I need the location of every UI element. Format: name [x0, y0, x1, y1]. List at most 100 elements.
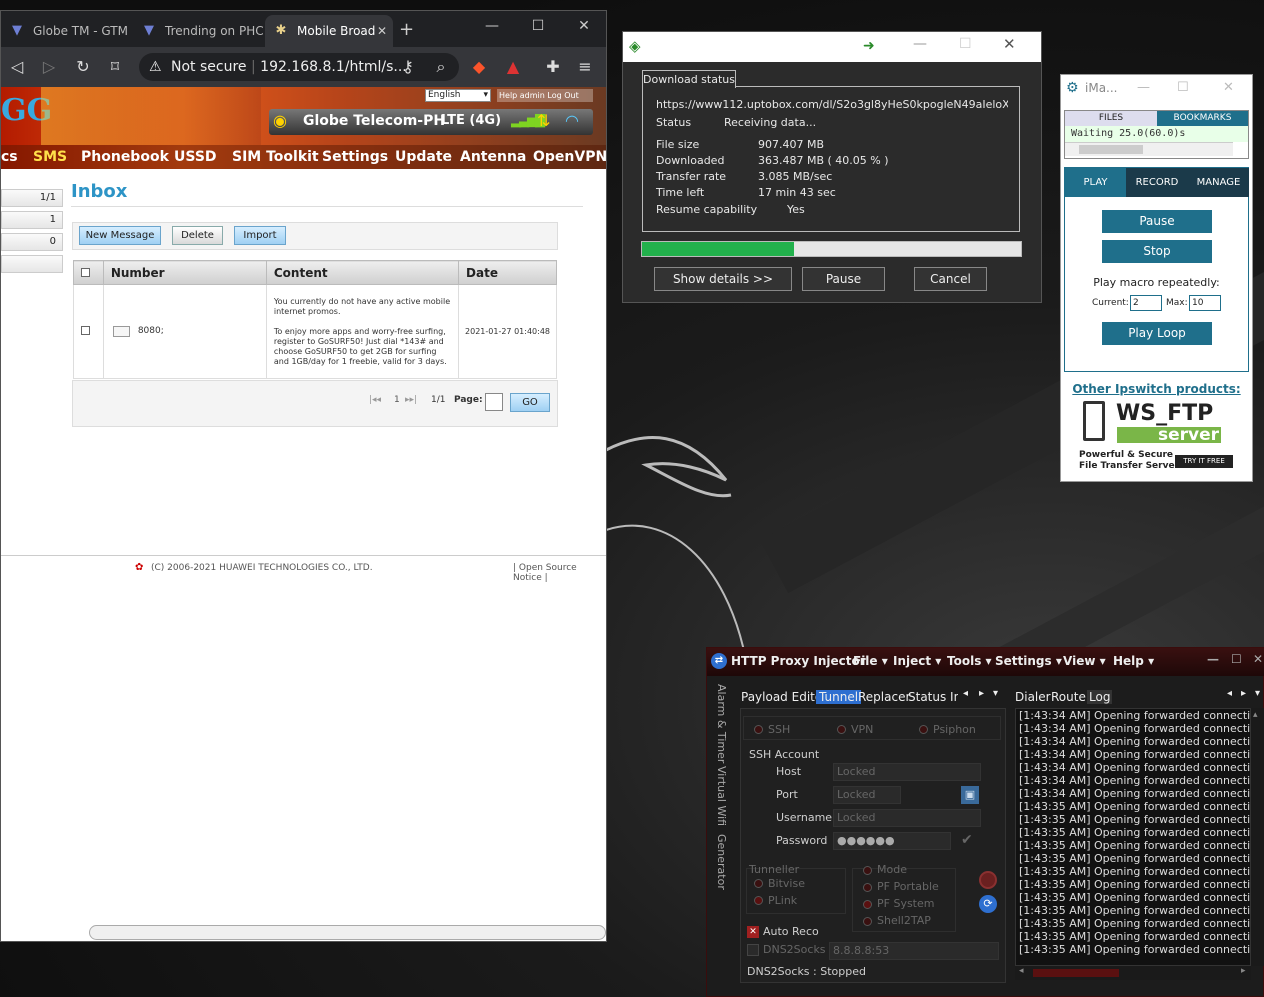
- menu-tools[interactable]: Tools ▾: [947, 654, 992, 668]
- close-icon[interactable]: ✕: [1223, 80, 1234, 95]
- maximize-icon[interactable]: ☐: [515, 11, 561, 41]
- pause-macro-button[interactable]: Pause: [1102, 210, 1212, 233]
- open-source-link[interactable]: | Open Source Notice |: [513, 563, 606, 583]
- back-icon[interactable]: ◁: [5, 55, 29, 79]
- tab-tunnel[interactable]: Tunnel: [816, 690, 862, 704]
- delete-button[interactable]: Delete: [172, 226, 223, 245]
- sms-settings-item[interactable]: [1, 255, 63, 273]
- host-input[interactable]: Locked: [833, 763, 981, 781]
- import-button[interactable]: Import: [234, 226, 286, 245]
- menu-settings[interactable]: Settings ▾: [995, 654, 1062, 668]
- plink-radio[interactable]: [754, 896, 763, 905]
- brave-rewards-icon[interactable]: ▲: [501, 55, 525, 79]
- psiphon-radio[interactable]: [919, 725, 928, 734]
- log-horizontal-scrollbar[interactable]: ◂ ▸: [1015, 966, 1251, 980]
- forward-icon[interactable]: ▷: [37, 55, 61, 79]
- minimize-icon[interactable]: —: [1137, 80, 1150, 95]
- last-page-icon[interactable]: ▸▸|: [405, 395, 417, 405]
- dns2socks-checkbox[interactable]: [747, 944, 759, 956]
- tab-globe-tm[interactable]: ▼ Globe TM - GTM: [1, 15, 131, 47]
- close-icon[interactable]: ✕: [1253, 652, 1263, 666]
- nav-statistics[interactable]: cs: [1, 145, 18, 169]
- minimize-icon[interactable]: —: [913, 36, 927, 52]
- tab-status-info[interactable]: Status In: [908, 690, 958, 704]
- log-tab-scroll-right-icon[interactable]: ▸: [1241, 688, 1246, 699]
- stop-icon[interactable]: [979, 871, 997, 889]
- close-icon[interactable]: ✕: [1003, 35, 1016, 53]
- minimize-icon[interactable]: —: [469, 11, 515, 41]
- maximize-icon[interactable]: ☐: [959, 36, 972, 52]
- current-page-number[interactable]: 1: [394, 395, 400, 405]
- log-menu-chevron-icon[interactable]: ▾: [1255, 688, 1260, 699]
- log-tab-scroll-left-icon[interactable]: ◂: [1227, 688, 1232, 699]
- nav-update[interactable]: Update: [395, 145, 452, 169]
- tab-record[interactable]: RECORD: [1126, 168, 1188, 197]
- chevron-down-icon[interactable]: ▾: [993, 688, 998, 699]
- scrollbar-thumb[interactable]: [1079, 145, 1143, 154]
- tab-trending[interactable]: ▼ Trending on PHC: [133, 15, 263, 47]
- pf-portable-radio[interactable]: [863, 883, 872, 892]
- tab-dialer[interactable]: Dialer: [1015, 690, 1051, 704]
- outbox-count[interactable]: 1: [1, 211, 63, 229]
- other-products-link[interactable]: Other Ipswitch products:: [1061, 382, 1252, 396]
- tab-log[interactable]: Log: [1087, 690, 1113, 704]
- bookmarks-scrollbar[interactable]: [1065, 142, 1233, 156]
- zoom-icon[interactable]: ⌕: [429, 55, 453, 79]
- menu-view[interactable]: View ▾: [1063, 654, 1106, 668]
- nav-sim-toolkit[interactable]: SIM Toolkit: [232, 145, 319, 169]
- show-details-button[interactable]: Show details >>: [654, 267, 792, 291]
- page-input[interactable]: [485, 393, 503, 411]
- minimize-icon[interactable]: —: [1207, 652, 1219, 666]
- menu-help[interactable]: Help ▾: [1113, 654, 1154, 668]
- username-input[interactable]: Locked: [833, 809, 981, 827]
- drafts-count[interactable]: 0: [1, 233, 63, 251]
- side-tab-generator[interactable]: Generator: [715, 834, 728, 890]
- side-tab-alarm[interactable]: Alarm & Timer: [715, 684, 728, 763]
- horizontal-scrollbar[interactable]: [89, 925, 606, 940]
- tab-route[interactable]: Route: [1051, 690, 1086, 704]
- bookmark-icon[interactable]: ⌑: [103, 55, 127, 79]
- shell2tap-radio[interactable]: [863, 917, 872, 926]
- play-loop-button[interactable]: Play Loop: [1102, 322, 1212, 345]
- new-message-button[interactable]: New Message: [79, 226, 161, 245]
- checkmark-icon[interactable]: ✔: [961, 832, 973, 848]
- nav-settings[interactable]: Settings: [322, 145, 388, 169]
- nav-phonebook[interactable]: Phonebook: [81, 145, 169, 169]
- menu-icon[interactable]: ≡: [573, 55, 597, 79]
- pause-button[interactable]: Pause: [802, 267, 885, 291]
- tab-play[interactable]: PLAY: [1065, 168, 1126, 197]
- mode-header-radio[interactable]: [863, 866, 872, 875]
- password-input[interactable]: ●●●●●●: [833, 832, 951, 850]
- go-button[interactable]: GO: [510, 393, 550, 412]
- tab-scroll-right-icon[interactable]: ▸: [979, 688, 984, 699]
- nav-openvpn[interactable]: OpenVPN: [533, 145, 606, 169]
- tab-bookmarks[interactable]: BOOKMARKS: [1157, 111, 1248, 126]
- table-row[interactable]: 8080; You currently do not have any acti…: [73, 284, 557, 379]
- tab-scroll-left-icon[interactable]: ◂: [963, 688, 968, 699]
- language-select[interactable]: English ▾: [425, 89, 491, 102]
- tab-replacer[interactable]: Replacer: [858, 690, 910, 704]
- key-icon[interactable]: ⚷: [396, 55, 420, 79]
- dns-server-input[interactable]: 8.8.8.8:53: [829, 942, 999, 960]
- port-input[interactable]: Locked: [833, 786, 901, 804]
- scroll-left-icon[interactable]: ◂: [1019, 966, 1024, 976]
- download-status-tab[interactable]: Download status: [642, 70, 736, 88]
- tab-manage[interactable]: MANAGE: [1188, 168, 1249, 197]
- pf-system-radio[interactable]: [863, 900, 872, 909]
- refresh-icon[interactable]: ⟳: [979, 895, 997, 913]
- column-date[interactable]: Date: [458, 260, 557, 285]
- scroll-right-icon[interactable]: ▸: [1241, 966, 1246, 976]
- stop-macro-button[interactable]: Stop: [1102, 240, 1212, 263]
- try-it-free-button[interactable]: TRY IT FREE: [1175, 455, 1233, 468]
- reload-icon[interactable]: ↻: [71, 55, 95, 79]
- maximize-icon[interactable]: ☐: [1231, 652, 1242, 666]
- select-all-checkbox[interactable]: [81, 267, 90, 277]
- extensions-icon[interactable]: ✚: [541, 55, 565, 79]
- side-tab-virtual-wifi[interactable]: Virtual Wifi: [715, 766, 728, 826]
- first-page-icon[interactable]: |◂◂: [369, 395, 381, 405]
- max-input[interactable]: 10: [1189, 295, 1221, 311]
- tab-payload-editor[interactable]: Payload Editor: [741, 690, 827, 704]
- save-icon[interactable]: ▣: [961, 786, 979, 804]
- nav-ussd[interactable]: USSD: [174, 145, 217, 169]
- log-vertical-scrollbar[interactable]: ▴: [1251, 708, 1264, 966]
